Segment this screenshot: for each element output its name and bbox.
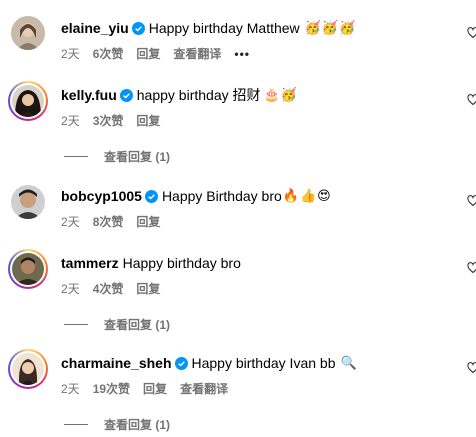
likes-count[interactable]: 6次赞 — [93, 45, 124, 62]
view-replies-label: 查看回复 (1) — [104, 318, 171, 332]
view-replies-label: 查看回复 (1) — [104, 418, 171, 432]
username[interactable]: bobcyp1005 — [61, 187, 142, 205]
avatar-story-ring[interactable] — [8, 349, 48, 389]
emoji: 🥳 — [321, 20, 339, 35]
comment-line: charmaine_sheh Happy birthday Ivan bb 🔍 — [61, 354, 357, 372]
username[interactable]: kelly.fuu — [61, 86, 117, 104]
username[interactable]: charmaine_sheh — [61, 354, 172, 372]
comment-line: elaine_yiu Happy birthday Matthew 🥳 🥳 🥳 — [61, 19, 355, 37]
reply-button[interactable]: 回复 — [143, 380, 167, 397]
comment-text: Happy birthday Ivan bb — [191, 355, 336, 371]
avatar-story-ring[interactable] — [8, 249, 48, 289]
view-replies-button[interactable]: 查看回复 (1) — [64, 416, 170, 433]
comment-text: Happy birthday Matthew — [148, 20, 300, 36]
emoji: 👍 — [299, 188, 317, 203]
avatar-story-ring[interactable] — [8, 81, 48, 121]
emoji: 😍 — [317, 188, 331, 203]
comment-text: Happy Birthday bro — [161, 188, 282, 204]
username[interactable]: tammerz — [61, 254, 119, 272]
timestamp[interactable]: 2天 — [61, 213, 80, 230]
heart-icon[interactable] — [467, 94, 476, 106]
comment-meta: 2天 6次赞 回复 查看翻译 ••• — [61, 45, 263, 62]
timestamp[interactable]: 2天 — [61, 45, 80, 62]
heart-icon[interactable] — [467, 362, 476, 374]
verified-badge-icon — [144, 189, 158, 203]
comment-text: happy birthday 招财 — [136, 87, 261, 103]
emoji: 🥳 — [339, 20, 356, 35]
avatar[interactable] — [11, 16, 45, 50]
replies-divider — [64, 424, 88, 425]
verified-badge-icon — [131, 21, 145, 35]
emoji: 🔥 — [282, 188, 299, 203]
likes-count[interactable]: 3次赞 — [93, 112, 124, 129]
heart-icon[interactable] — [467, 262, 476, 274]
timestamp[interactable]: 2天 — [61, 380, 80, 397]
verified-badge-icon — [174, 356, 188, 370]
view-replies-button[interactable]: 查看回复 (1) — [64, 148, 170, 165]
emoji: 🎂 — [263, 87, 280, 102]
verified-badge-icon — [119, 88, 133, 102]
reply-button[interactable]: 回复 — [136, 280, 160, 297]
comment-meta: 2天 19次赞 回复 查看翻译 — [61, 380, 241, 397]
view-replies-label: 查看回复 (1) — [104, 150, 171, 164]
comment-line: kelly.fuu happy birthday 招财 🎂 🥳 — [61, 86, 297, 104]
more-options-button[interactable]: ••• — [234, 47, 250, 61]
comment-text: Happy birthday bro — [122, 255, 241, 271]
comment-meta: 2天 4次赞 回复 — [61, 280, 173, 297]
comment-list: elaine_yiu Happy birthday Matthew 🥳 🥳 🥳 … — [0, 0, 476, 437]
timestamp[interactable]: 2天 — [61, 280, 80, 297]
reply-button[interactable]: 回复 — [136, 213, 160, 230]
likes-count[interactable]: 19次赞 — [93, 380, 130, 397]
comment-line: tammerz Happy birthday bro — [61, 254, 241, 272]
comment-meta: 2天 8次赞 回复 — [61, 213, 173, 230]
emoji: 🔍 — [340, 355, 357, 370]
emoji: 🥳 — [280, 87, 297, 102]
likes-count[interactable]: 4次赞 — [93, 280, 124, 297]
timestamp[interactable]: 2天 — [61, 112, 80, 129]
avatar[interactable] — [11, 185, 45, 219]
heart-icon[interactable] — [467, 195, 476, 207]
view-replies-button[interactable]: 查看回复 (1) — [64, 316, 170, 333]
translate-button[interactable]: 查看翻译 — [173, 45, 221, 62]
translate-button[interactable]: 查看翻译 — [180, 380, 228, 397]
replies-divider — [64, 156, 88, 157]
comment-line: bobcyp1005 Happy Birthday bro 🔥 👍 😍 — [61, 187, 331, 205]
username[interactable]: elaine_yiu — [61, 19, 129, 37]
reply-button[interactable]: 回复 — [136, 112, 160, 129]
emoji: 🥳 — [304, 20, 321, 35]
comment-meta: 2天 3次赞 回复 — [61, 112, 173, 129]
heart-icon[interactable] — [467, 27, 476, 39]
replies-divider — [64, 324, 88, 325]
likes-count[interactable]: 8次赞 — [93, 213, 124, 230]
reply-button[interactable]: 回复 — [136, 45, 160, 62]
